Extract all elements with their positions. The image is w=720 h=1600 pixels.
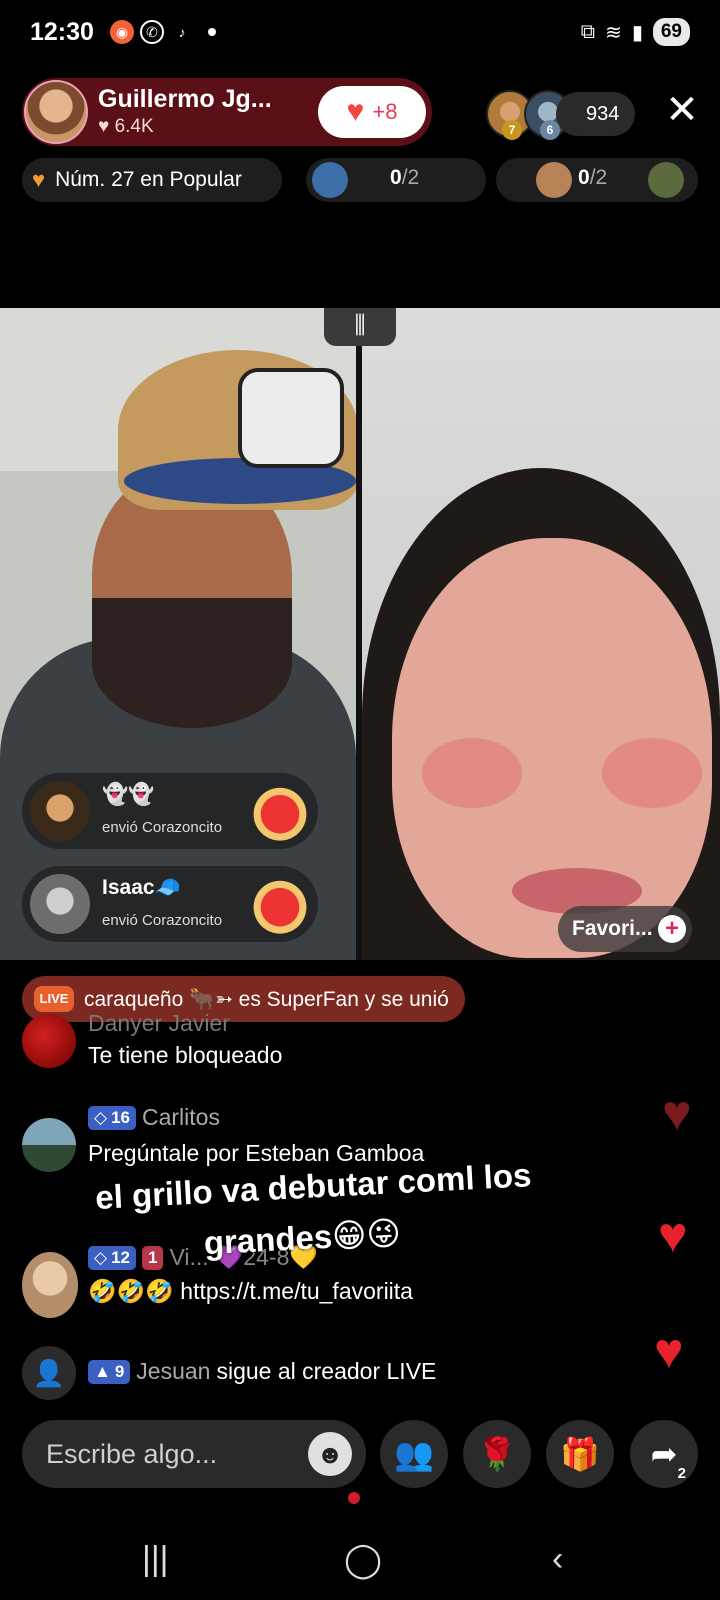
goal-progress: 0/2 — [578, 166, 608, 189]
superfan-text: caraqueño 🐂➳ es SuperFan y se unió — [84, 987, 449, 1011]
gift-image — [248, 872, 312, 936]
floating-heart-icon: ♥ — [662, 1085, 692, 1141]
share-count: 2 — [677, 1465, 686, 1482]
rose-icon: 🌹 — [477, 1436, 517, 1472]
chat-username[interactable]: Danyer Javier — [88, 1010, 230, 1037]
user-avatar[interactable] — [22, 1118, 76, 1172]
sender-name: 👻👻 — [102, 783, 155, 806]
cap-patch-image — [238, 368, 344, 468]
guest-video[interactable] — [362, 308, 720, 960]
chat-header: ▲ 9 Jesuan sigue al creador LIVE — [88, 1358, 436, 1385]
audio-wave-icon[interactable]: ⫼ — [324, 308, 396, 346]
gift-icon: 🎁 — [560, 1436, 600, 1472]
recent-apps-icon[interactable]: ||| — [142, 1540, 169, 1579]
heart-icon: ♥ — [346, 95, 365, 128]
home-icon[interactable]: ◯ — [344, 1540, 382, 1580]
battle-goal[interactable]: 0/2 — [496, 158, 698, 202]
user-avatar-icon — [536, 162, 572, 198]
follow-button[interactable]: ♥ +8 — [318, 86, 426, 138]
chat-header: ◇ 16 Carlitos — [88, 1104, 220, 1131]
users-icon: 👥 — [394, 1436, 434, 1472]
video-caption-overlay: el grillo va debutar coml los grandes😁😜 — [94, 1156, 533, 1262]
chat-username[interactable]: Jesuan — [136, 1358, 210, 1385]
follow-count: +8 — [372, 99, 398, 124]
chat-text: Te tiene bloqueado — [88, 1042, 283, 1068]
signal-icon: ▮ — [631, 21, 643, 44]
comment-input[interactable] — [46, 1434, 306, 1474]
plus-icon: + — [658, 915, 686, 943]
sender-avatar — [30, 781, 90, 841]
host-profile[interactable]: Guillermo Jg... ♥ 6.4K ♥ +8 — [22, 78, 432, 146]
back-icon[interactable]: ‹ — [552, 1540, 563, 1579]
triangle-icon: ▲ — [94, 1361, 111, 1381]
clock: 12:30 — [30, 18, 94, 46]
emoji-icon[interactable]: ☻ — [308, 1432, 352, 1476]
sender-name: Isaac🧢 — [102, 876, 181, 899]
share-button[interactable]: ➦ 2 — [630, 1420, 698, 1488]
floating-heart-icon: ♥ — [658, 1207, 688, 1263]
battery-level: 69 — [652, 18, 690, 46]
page-indicator-dot — [348, 1492, 360, 1504]
viewer-list[interactable]: 7 6 934 — [486, 90, 636, 140]
goal-progress: 0/2 — [390, 166, 420, 189]
multi-guest-button[interactable]: 👥 — [380, 1420, 448, 1488]
wifi-icon: ≋ — [605, 21, 622, 44]
chat-text: sigue al creador LIVE — [216, 1358, 437, 1384]
gift-image — [248, 779, 312, 843]
user-avatar[interactable] — [22, 1014, 76, 1068]
user-avatar[interactable] — [22, 1252, 78, 1318]
tiktok-badge-icon — [648, 162, 684, 198]
status-bar: 12:30 ◉ ✆ ♪ ⧉ ≋ ▮ 69 — [0, 0, 720, 68]
share-arrow-icon: ➦ — [650, 1436, 678, 1472]
sender-avatar — [30, 874, 90, 934]
level-badge: ▲ 9 — [88, 1359, 131, 1384]
system-nav-bar: ||| ◯ ‹ — [0, 1526, 720, 1600]
app-notification-icon: ◉ — [110, 20, 134, 44]
host-video[interactable] — [0, 308, 356, 960]
heart-icon: ♥ — [98, 116, 110, 137]
battle-goal[interactable]: 0/2 — [306, 158, 486, 202]
host-avatar[interactable] — [24, 80, 88, 144]
whatsapp-icon: ✆ — [140, 20, 164, 44]
gift-button[interactable]: 🎁 — [546, 1420, 614, 1488]
heart-icon: ♥ — [32, 167, 46, 192]
level-badge: ◇ 16 — [88, 1105, 136, 1130]
gift-action: envió Corazoncito — [102, 819, 223, 836]
rose-gift-button[interactable]: 🌹 — [463, 1420, 531, 1488]
rank-text: Núm. 27 en Popular — [55, 168, 242, 191]
chat-username[interactable]: Carlitos — [142, 1104, 220, 1131]
floating-heart-icon: ♥ — [654, 1323, 684, 1379]
tiktok-icon: ♪ — [178, 24, 186, 40]
chat-text: 🤣🤣🤣 https://t.me/tu_favoriita — [88, 1278, 413, 1304]
user-follow-icon: 👤 — [22, 1346, 76, 1400]
gift-notification: Isaac🧢 envió Corazoncito — [22, 866, 318, 942]
gift-notification: 👻👻 envió Corazoncito — [22, 773, 318, 849]
gift-action: envió Corazoncito — [102, 912, 223, 929]
favorite-button[interactable]: Favori... + — [558, 906, 692, 952]
more-notifications-dot — [208, 28, 216, 36]
popular-rank[interactable]: ♥ Núm. 27 en Popular — [22, 158, 282, 202]
notification-icons: ◉ ✆ ♪ — [110, 20, 216, 44]
close-icon[interactable]: ✕ — [660, 90, 704, 134]
rank-badge: 7 — [502, 120, 522, 140]
diamond-icon: ◇ — [94, 1107, 108, 1127]
status-icons: ⧉ ≋ ▮ 69 — [581, 18, 690, 46]
superfan-icon: LIVE — [34, 986, 74, 1012]
host-name: Guillermo Jg... — [98, 85, 272, 113]
viewer-count[interactable]: 934 — [556, 92, 636, 136]
gift-goal-icon — [312, 162, 348, 198]
comment-box[interactable]: ☻ — [22, 1420, 366, 1488]
cast-icon: ⧉ — [580, 20, 596, 43]
host-likes: ♥ 6.4K — [98, 116, 154, 137]
